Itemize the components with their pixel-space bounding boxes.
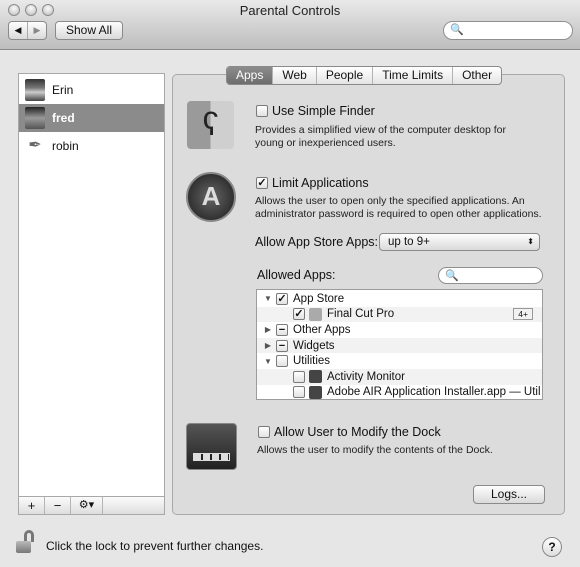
list-item[interactable]: ▶ − Other Apps: [257, 322, 542, 338]
list-item[interactable]: Adobe AIR Application Installer.app — Ut…: [257, 385, 542, 399]
tab-other[interactable]: Other: [453, 67, 501, 84]
tab-people[interactable]: People: [317, 67, 374, 84]
list-item[interactable]: ▶ − Widgets: [257, 337, 542, 354]
dock-icon: [186, 423, 237, 470]
limit-applications-checkbox[interactable]: ✓: [256, 177, 268, 189]
simple-finder-desc: young or inexperienced users.: [255, 137, 396, 149]
avatar: [25, 79, 45, 101]
tab-bar: Apps Web People Time Limits Other: [226, 66, 503, 85]
modify-dock-checkbox[interactable]: [258, 426, 270, 438]
logs-button[interactable]: Logs...: [473, 485, 545, 504]
remove-user-button[interactable]: −: [45, 497, 71, 514]
help-button[interactable]: ?: [542, 537, 562, 557]
gear-icon[interactable]: ⚙▾: [71, 497, 103, 514]
simple-finder-label: Use Simple Finder: [272, 104, 375, 118]
tab-time-limits[interactable]: Time Limits: [373, 67, 454, 84]
activity-monitor-icon: [309, 370, 322, 384]
feather-icon: ✒: [28, 137, 42, 154]
disclosure-triangle[interactable]: ▼: [263, 357, 273, 366]
final-cut-pro-icon: [309, 307, 322, 321]
forward-button[interactable]: ▶: [28, 22, 46, 39]
sidebar-toolbar: + − ⚙▾: [18, 496, 165, 515]
back-button[interactable]: ◀: [9, 22, 28, 39]
toolbar: Parental Controls ◀ ▶ Show All 🔍: [0, 0, 580, 50]
finder-icon: ʕ: [187, 101, 234, 149]
tab-web[interactable]: Web: [273, 67, 317, 84]
disclosure-triangle[interactable]: ▶: [263, 341, 273, 350]
avatar: [25, 107, 45, 129]
user-list: Erin fred ✒ robin: [18, 73, 165, 497]
checkbox[interactable]: ✓: [276, 292, 288, 305]
search-input[interactable]: 🔍: [443, 21, 573, 40]
list-item[interactable]: ▼ ✓ App Store: [257, 291, 542, 307]
user-robin[interactable]: ✒ robin: [19, 132, 164, 160]
limit-applications-label: Limit Applications: [272, 176, 369, 190]
checkbox[interactable]: [293, 386, 305, 399]
modify-dock-label: Allow User to Modify the Dock: [274, 425, 441, 439]
checkbox[interactable]: ✓: [293, 308, 305, 321]
adobe-air-icon: [309, 385, 322, 399]
disclosure-triangle[interactable]: ▼: [263, 294, 273, 303]
add-user-button[interactable]: +: [19, 497, 45, 514]
lock-text: Click the lock to prevent further change…: [46, 539, 264, 553]
user-fred[interactable]: fred: [19, 104, 164, 132]
allowed-apps-search[interactable]: 🔍: [438, 267, 543, 284]
disclosure-triangle[interactable]: ▶: [263, 325, 273, 334]
list-item[interactable]: ✓ Final Cut Pro 4+: [257, 306, 542, 323]
chevron-updown-icon: ⬍: [527, 237, 534, 246]
checkbox[interactable]: −: [276, 323, 288, 336]
search-icon: 🔍: [445, 270, 459, 282]
limit-applications-desc: Allows the user to open only the specifi…: [255, 195, 525, 207]
list-item[interactable]: Activity Monitor: [257, 369, 542, 385]
age-rating-badge: 4+: [513, 308, 533, 321]
lock-icon[interactable]: [16, 530, 38, 554]
simple-finder-desc: Provides a simplified view of the comput…: [255, 124, 506, 136]
search-icon: 🔍: [450, 24, 464, 36]
user-erin[interactable]: Erin: [19, 76, 164, 104]
app-store-icon: A: [186, 172, 236, 222]
allowed-apps-list: ▼ ✓ App Store ✓ Final Cut Pro 4+ ▶ − Other App…: [256, 289, 543, 400]
limit-applications-desc: administrator password is required to op…: [255, 208, 542, 220]
checkbox[interactable]: [276, 355, 288, 368]
allowed-apps-label: Allowed Apps:: [257, 268, 336, 282]
modify-dock-desc: Allows the user to modify the contents o…: [257, 444, 493, 456]
checkbox[interactable]: [293, 370, 305, 383]
app-store-age-select[interactable]: up to 9+ ⬍: [379, 233, 540, 251]
checkbox[interactable]: −: [276, 339, 288, 352]
show-all-button[interactable]: Show All: [55, 21, 123, 40]
window-title: Parental Controls: [239, 3, 341, 18]
app-store-apps-label: Allow App Store Apps:: [255, 235, 378, 249]
list-item[interactable]: ▼ Utilities: [257, 353, 542, 369]
simple-finder-checkbox[interactable]: [256, 105, 268, 117]
tab-apps[interactable]: Apps: [227, 67, 274, 84]
